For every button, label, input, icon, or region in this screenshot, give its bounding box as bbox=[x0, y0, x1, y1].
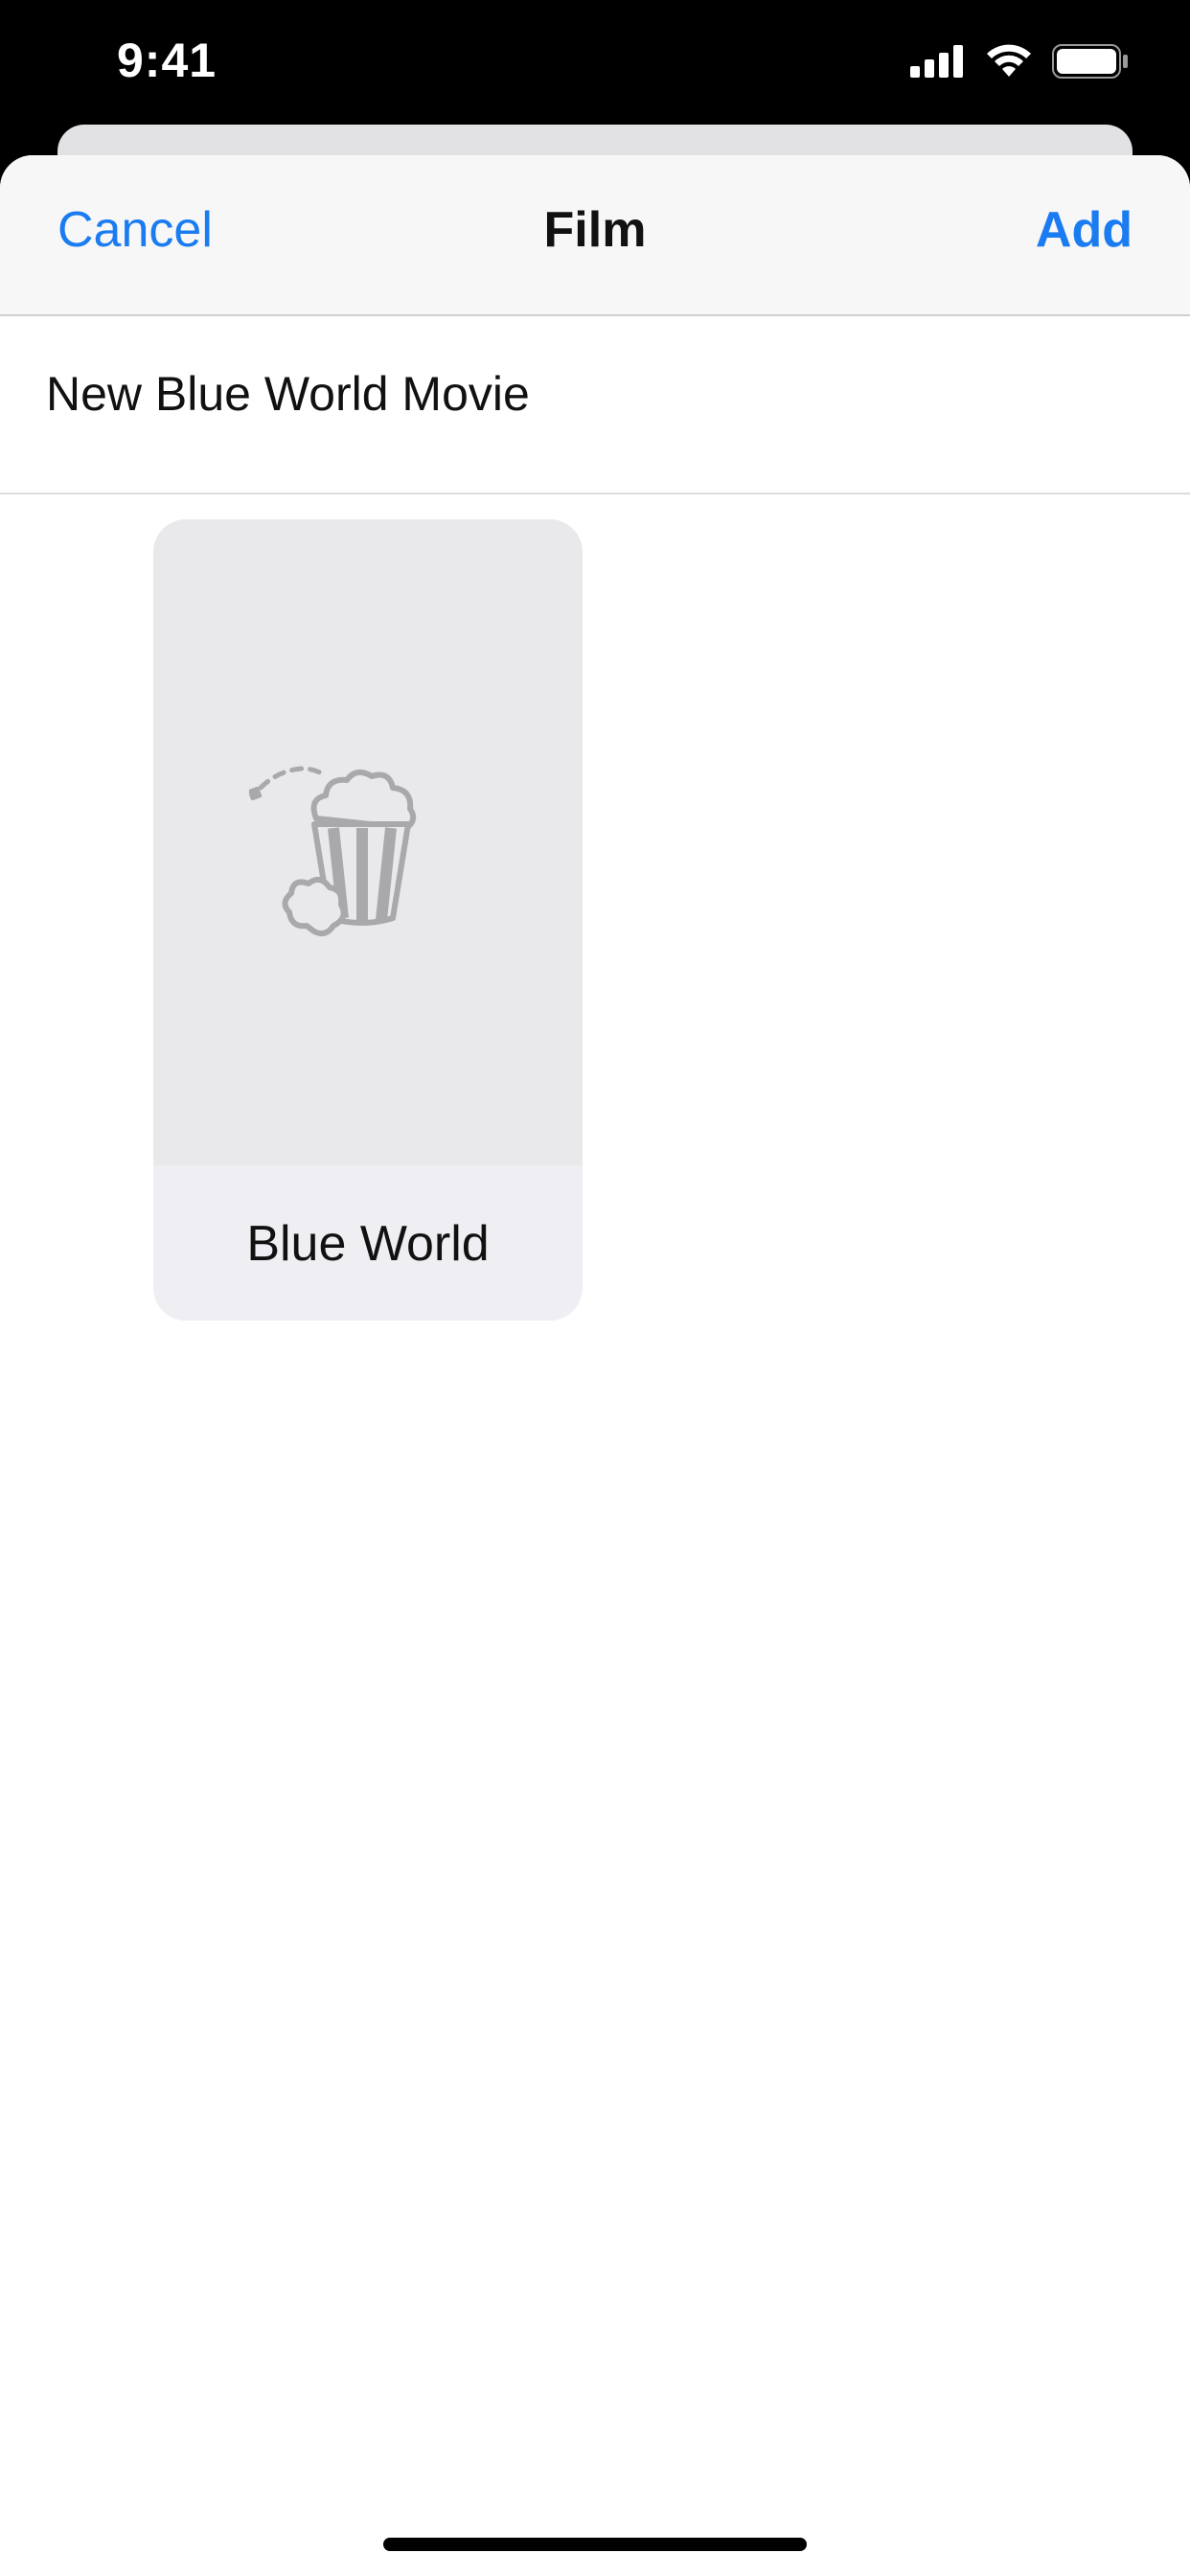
movie-name-field[interactable] bbox=[46, 366, 1138, 422]
popcorn-icon bbox=[249, 766, 417, 936]
cellular-signal-icon bbox=[910, 45, 963, 78]
status-time: 9:41 bbox=[117, 34, 217, 87]
status-icons bbox=[910, 44, 1129, 79]
nav-title: Film bbox=[543, 202, 647, 258]
film-card[interactable]: Blue World bbox=[153, 519, 583, 1321]
wifi-icon bbox=[987, 44, 1031, 77]
status-bar: 9:41 bbox=[0, 0, 1190, 126]
add-button[interactable]: Add bbox=[1036, 201, 1133, 259]
navigation-bar: Cancel Film Add bbox=[0, 155, 1190, 316]
film-card-label: Blue World bbox=[246, 1216, 490, 1272]
card-artwork bbox=[153, 519, 583, 1165]
battery-icon bbox=[1052, 44, 1128, 79]
add-film-sheet: Cancel Film Add New Blue World Movie Blu… bbox=[0, 155, 1190, 2576]
name-row bbox=[0, 316, 1190, 494]
home-indicator[interactable] bbox=[383, 2538, 807, 2551]
screen: 9:41 Cancel Film Add New Blue World Movi… bbox=[0, 0, 1190, 2576]
